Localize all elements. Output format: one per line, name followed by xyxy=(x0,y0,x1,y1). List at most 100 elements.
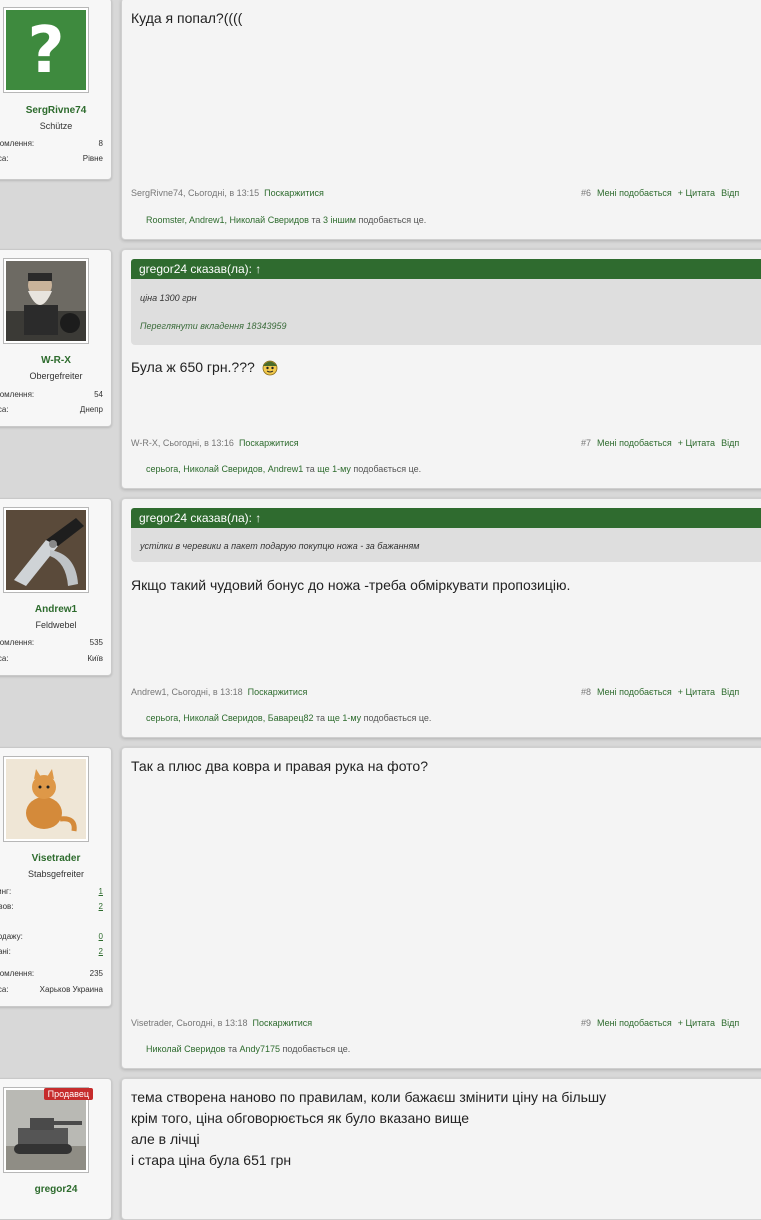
quote-link[interactable]: + Цитата xyxy=(678,438,715,448)
user-stat: реса: Рівне xyxy=(0,154,105,168)
reply-link[interactable]: Відп xyxy=(721,438,739,448)
likes-summary: Николай Сверидов та Andy7175 подобається… xyxy=(146,1044,350,1054)
like-link[interactable]: Мені подобається xyxy=(597,687,672,697)
likes-and: та xyxy=(227,1044,237,1054)
user-stat: реса: Харьков Украина xyxy=(0,985,105,999)
stat-label: відомлення: xyxy=(0,390,35,399)
avatar[interactable] xyxy=(3,258,89,344)
like-link[interactable]: Мені подобається xyxy=(597,438,672,448)
stat-label: відомлення: xyxy=(0,969,35,978)
likes-users[interactable]: серьога, Николай Сверидов, Andrew1 xyxy=(146,464,303,474)
user-card: ? SergRivne74 Schütze відомлення: 8 реса… xyxy=(0,0,112,180)
username[interactable]: gregor24 xyxy=(1,1184,111,1195)
stat-label: реса: xyxy=(0,405,9,414)
post-number[interactable]: #7 xyxy=(581,438,591,448)
user-card: Продавец gregor24 xyxy=(0,1078,112,1220)
report-link[interactable]: Поскаржитися xyxy=(252,1018,312,1028)
quote-link[interactable]: + Цитата xyxy=(678,687,715,697)
user-stat: зывов: 2 xyxy=(0,902,105,916)
stat-value[interactable]: 2 xyxy=(99,947,103,956)
message-text: але в лічці xyxy=(131,1131,200,1147)
stat-value: 54 xyxy=(94,390,103,399)
message-body: gregor24 сказав(ла): ↑ устілки в черевик… xyxy=(121,498,761,738)
post-number[interactable]: #8 xyxy=(581,687,591,697)
quote-header[interactable]: gregor24 сказав(ла): ↑ xyxy=(131,259,761,279)
post-author-date[interactable]: Visetrader, Сьогодні, в 13:18 xyxy=(131,1018,247,1028)
like-link[interactable]: Мені подобається xyxy=(597,1018,672,1028)
stat-value: Днепр xyxy=(79,405,103,414)
post-actions: #7 Мені подобається + Цитата Відп xyxy=(581,438,745,448)
reply-link[interactable]: Відп xyxy=(721,188,739,198)
message-text: і стара ціна була 651 грн xyxy=(131,1152,292,1168)
user-stat: реса: Днепр xyxy=(0,405,105,419)
likes-users[interactable]: серьога, Николай Сверидов, Баварец82 xyxy=(146,713,313,723)
user-stat: реса: Київ xyxy=(0,654,105,668)
user-card: W-R-X Obergefreiter відомлення: 54 реса:… xyxy=(0,249,112,427)
likes-users[interactable]: Николай Сверидов xyxy=(146,1044,225,1054)
stat-label: продажу: xyxy=(0,932,23,941)
avatar[interactable] xyxy=(3,756,89,842)
attachment-link[interactable]: Переглянути вкладення 18343959 xyxy=(140,321,286,331)
likes-more[interactable]: ще 1-му xyxy=(317,464,351,474)
likes-more[interactable]: 3 іншим xyxy=(323,215,356,225)
message-meta: W-R-X, Сьогодні, в 13:16 Поскаржитися #7 М… xyxy=(131,438,761,450)
likes-summary: Roomster, Andrew1, Николай Сверидов та 3… xyxy=(146,215,426,225)
stat-value[interactable]: 1 xyxy=(99,887,103,896)
avatar[interactable] xyxy=(3,507,89,593)
user-card: Visetrader Stabsgefreiter йтинг: 1 зывов… xyxy=(0,747,112,1007)
username[interactable]: Andrew1 xyxy=(1,604,111,615)
stat-label: відомлення: xyxy=(0,139,35,148)
message-meta: SergRivne74, Сьогодні, в 13:15 Поскаржити… xyxy=(131,188,761,200)
likes-and: та xyxy=(316,713,326,723)
avatar[interactable]: ? xyxy=(3,7,89,93)
user-title: Obergefreiter xyxy=(29,371,83,381)
quote-link[interactable]: + Цитата xyxy=(678,188,715,198)
stat-value[interactable]: 2 xyxy=(99,902,103,911)
quote-line: ціна 1300 грн xyxy=(140,293,197,303)
stat-label: реса: xyxy=(0,985,9,994)
post-number[interactable]: #9 xyxy=(581,1018,591,1028)
quote-link[interactable]: + Цитата xyxy=(678,1018,715,1028)
user-stat: відомлення: 54 xyxy=(0,390,105,404)
message-meta: Visetrader, Сьогодні, в 13:18 Поскаржитис… xyxy=(131,1018,761,1030)
tank-photo-icon xyxy=(6,1090,86,1170)
cat-photo-icon xyxy=(6,759,86,839)
reply-link[interactable]: Відп xyxy=(721,1018,739,1028)
likes-users[interactable]: Roomster, Andrew1, Николай Сверидов xyxy=(146,215,309,225)
username[interactable]: Visetrader xyxy=(1,853,111,864)
user-stat: відомлення: 8 xyxy=(0,139,105,153)
quote-line: устілки в черевики а пакет подарую покуп… xyxy=(140,541,420,551)
message-body: Так а плюс два ковра и правая рука на фо… xyxy=(121,747,761,1069)
message-body: gregor24 сказав(ла): ↑ ціна 1300 грн Пер… xyxy=(121,249,761,489)
likes-summary: серьога, Николай Сверидов, Баварец82 та … xyxy=(146,713,431,723)
stat-value: Київ xyxy=(87,654,103,663)
user-title: Feldwebel xyxy=(35,620,77,630)
knife-photo-icon xyxy=(6,510,86,590)
likes-more[interactable]: ще 1-му xyxy=(328,713,362,723)
report-link[interactable]: Поскаржитися xyxy=(248,687,308,697)
post-author-date[interactable]: SergRivne74, Сьогодні, в 13:15 xyxy=(131,188,259,198)
likes-suffix: подобається це. xyxy=(353,464,422,474)
likes-suffix: подобається це. xyxy=(358,215,427,225)
stat-value[interactable]: 0 xyxy=(99,932,103,941)
likes-more[interactable]: Andy7175 xyxy=(239,1044,280,1054)
post-author-date[interactable]: Andrew1, Сьогодні, в 13:18 xyxy=(131,687,243,697)
post-actions: #8 Мені подобається + Цитата Відп xyxy=(581,687,745,697)
message-meta: Andrew1, Сьогодні, в 13:18 Поскаржитися #… xyxy=(131,687,761,699)
likes-suffix: подобається це. xyxy=(282,1044,351,1054)
post-number[interactable]: #6 xyxy=(581,188,591,198)
report-link[interactable]: Поскаржитися xyxy=(239,438,299,448)
post-author-date[interactable]: W-R-X, Сьогодні, в 13:16 xyxy=(131,438,234,448)
user-stat: відомлення: 535 xyxy=(0,638,105,652)
svg-text:?: ? xyxy=(27,14,64,88)
stat-value: Рівне xyxy=(82,154,103,163)
username[interactable]: W-R-X xyxy=(1,355,111,366)
reply-link[interactable]: Відп xyxy=(721,687,739,697)
question-mark-icon: ? xyxy=(6,10,86,90)
like-link[interactable]: Мені подобається xyxy=(597,188,672,198)
user-title: Schütze xyxy=(39,121,73,131)
report-link[interactable]: Поскаржитися xyxy=(264,188,324,198)
username[interactable]: SergRivne74 xyxy=(1,105,111,116)
quote-header[interactable]: gregor24 сказав(ла): ↑ xyxy=(131,508,761,528)
likes-and: та xyxy=(311,215,321,225)
